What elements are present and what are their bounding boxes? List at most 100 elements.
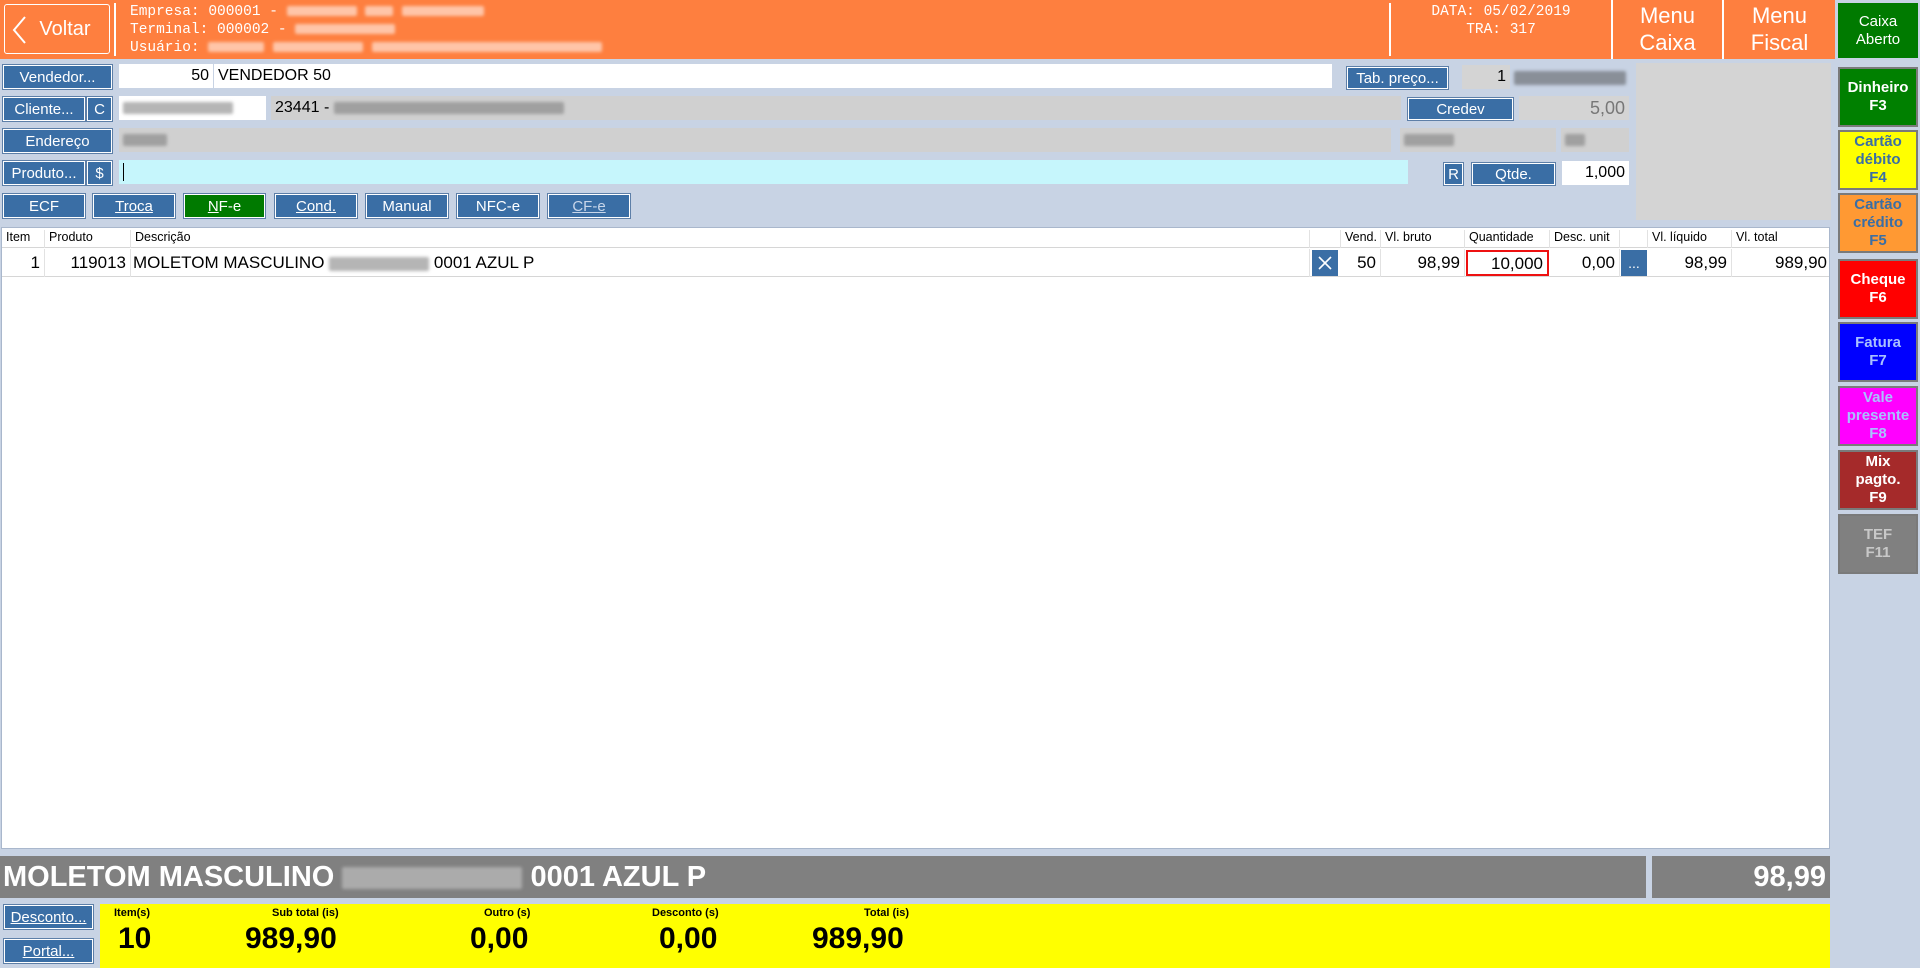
desconto-button[interactable]: Desconto... xyxy=(4,905,93,929)
qtde-button[interactable]: Qtde. xyxy=(1472,163,1555,185)
redacted-text xyxy=(286,6,357,17)
payment-label-line: Cartão xyxy=(1854,133,1902,150)
subtotal-label: Sub total (is) xyxy=(272,907,339,919)
total-value: 989,90 xyxy=(812,922,904,955)
tab-nfe[interactable]: NF-e xyxy=(184,194,265,218)
payment-label-line: crédito xyxy=(1852,214,1903,231)
session-info: Empresa: 000001 - Terminal: 000002 - Usu… xyxy=(130,3,602,57)
menu-caixa-line2: Caixa xyxy=(1639,30,1696,55)
payment-label-line: F6 xyxy=(1869,289,1887,306)
cliente-button[interactable]: Cliente... xyxy=(3,97,85,121)
payment-panel: Caixa Aberto Dinheiro F3 Cartão débito F4 C… xyxy=(1835,0,1920,968)
redacted-text xyxy=(329,256,430,271)
desconto-label: Desconto (s) xyxy=(652,907,719,919)
item-more-button[interactable]: ... xyxy=(1621,250,1647,276)
chevron-left-icon xyxy=(12,16,26,44)
col-header-descricao: Descrição xyxy=(131,230,1310,248)
subtotal-value: 989,90 xyxy=(245,922,337,955)
tab-label: NFC-e xyxy=(475,197,521,215)
cliente-c-button[interactable]: C xyxy=(87,97,112,121)
cell-descricao-a: MOLETOM MASCULINO xyxy=(133,253,325,272)
cell-quantidade[interactable]: 10,000 xyxy=(1466,250,1549,276)
produto-input[interactable] xyxy=(119,160,1408,184)
payment-label-line: F11 xyxy=(1865,544,1891,561)
tab-manual[interactable]: Manual xyxy=(366,194,448,218)
portal-button-label: Portal... xyxy=(22,942,75,960)
current-item-description: MOLETOM MASCULINO 0001 AZUL P xyxy=(0,856,1646,898)
payment-label-line: presente xyxy=(1846,407,1910,424)
payment-label-line: F8 xyxy=(1869,425,1887,442)
r-button[interactable]: R xyxy=(1444,163,1463,185)
current-item-price: 98,99 xyxy=(1652,856,1830,898)
cell-desc-unit: 0,00 xyxy=(1550,249,1620,277)
caixa-status-badge: Caixa Aberto xyxy=(1838,3,1918,58)
col-header-vl-total: Vl. total xyxy=(1736,230,1778,244)
qtde-field[interactable]: 1,000 xyxy=(1562,161,1629,185)
payment-fatura-button[interactable]: Fatura F7 xyxy=(1838,322,1918,382)
redacted-text xyxy=(123,101,233,114)
redacted-text xyxy=(1404,133,1454,146)
payment-label-line: Fatura xyxy=(1855,334,1901,351)
redacted-text xyxy=(371,42,602,53)
payment-tef-button[interactable]: TEF F11 xyxy=(1838,514,1918,574)
tab-cfe[interactable]: CF-e xyxy=(548,194,630,218)
credev-value: 5,00 xyxy=(1519,96,1629,120)
payment-vale-presente-button[interactable]: Vale presente F8 xyxy=(1838,386,1918,446)
header-bar: Voltar Empresa: 000001 - Terminal: 00000… xyxy=(0,0,1835,59)
redacted-text xyxy=(342,867,523,890)
tab-preco-button[interactable]: Tab. preço... xyxy=(1347,67,1448,89)
date-info: DATA: 05/02/2019 TRA: 317 xyxy=(1395,3,1607,39)
tab-cond[interactable]: Cond. xyxy=(275,194,357,218)
items-count-value: 10 xyxy=(118,922,152,955)
back-button[interactable]: Voltar xyxy=(4,4,110,54)
payment-label-line: Mix xyxy=(1865,453,1891,470)
vendedor-code-field[interactable]: 50 xyxy=(119,64,213,88)
table-row[interactable]: 1 119013 MOLETOM MASCULINO 0001 AZUL P 5… xyxy=(2,249,1829,277)
vendedor-name-field[interactable]: VENDEDOR 50 xyxy=(214,64,1332,88)
tab-nfce[interactable]: NFC-e xyxy=(457,194,539,218)
tab-label: NF-e xyxy=(207,197,242,215)
payment-cheque-button[interactable]: Cheque F6 xyxy=(1838,259,1918,319)
vendedor-button[interactable]: Vendedor... xyxy=(3,65,112,89)
caixa-status-line1: Caixa xyxy=(1858,12,1898,30)
payment-mix-pagto-button[interactable]: Mix pagto. F9 xyxy=(1838,450,1918,510)
items-grid[interactable]: Item Produto Descrição Vend. Vl. bruto Q… xyxy=(1,227,1830,849)
credev-button[interactable]: Credev xyxy=(1408,98,1513,120)
col-header-remove xyxy=(1310,230,1341,248)
redacted-text xyxy=(123,133,167,146)
redacted-text xyxy=(402,6,485,17)
cidade-field xyxy=(1400,128,1556,152)
remove-item-button[interactable] xyxy=(1312,250,1338,276)
desconto-value: 0,00 xyxy=(659,922,718,955)
payment-cartao-debito-button[interactable]: Cartão débito F4 xyxy=(1838,130,1918,190)
col-header-vend: Vend. xyxy=(1341,230,1381,248)
portal-button[interactable]: Portal... xyxy=(4,939,93,963)
menu-caixa-button[interactable]: Menu Caixa xyxy=(1611,0,1722,59)
payment-label-line: pagto. xyxy=(1855,471,1901,488)
produto-price-button[interactable]: $ xyxy=(87,161,112,185)
cliente-name-field: 23441 - xyxy=(271,96,1401,120)
tab-label: ECF xyxy=(29,197,59,215)
tab-ecf[interactable]: ECF xyxy=(3,194,85,218)
produto-button[interactable]: Produto... xyxy=(3,161,85,185)
payment-label-line: F4 xyxy=(1869,169,1887,186)
col-header-item: Item xyxy=(2,230,45,248)
current-desc-b: 0001 AZUL P xyxy=(530,861,707,893)
header-divider xyxy=(1389,3,1391,56)
col-header-more xyxy=(1620,230,1648,248)
tab-label: CF-e xyxy=(572,197,606,215)
redacted-text xyxy=(208,42,265,53)
menu-fiscal-button[interactable]: Menu Fiscal xyxy=(1722,0,1835,59)
cliente-doc-field[interactable] xyxy=(119,96,266,120)
current-desc-a: MOLETOM MASCULINO xyxy=(3,861,335,893)
payment-dinheiro-button[interactable]: Dinheiro F3 xyxy=(1838,67,1918,127)
tab-label: Manual xyxy=(382,197,432,215)
cell-item: 1 xyxy=(2,249,45,277)
totals-panel: Item(s) 10 Sub total (is) 989,90 Outro (… xyxy=(100,904,1830,968)
endereco-button[interactable]: Endereço xyxy=(3,129,112,153)
payment-label-line: débito xyxy=(1855,151,1901,168)
endereco-field xyxy=(119,128,1391,152)
payment-cartao-credito-button[interactable]: Cartão crédito F5 xyxy=(1838,193,1918,253)
tab-troca[interactable]: Troca xyxy=(93,194,175,218)
cell-descricao: MOLETOM MASCULINO 0001 AZUL P xyxy=(131,249,1310,277)
